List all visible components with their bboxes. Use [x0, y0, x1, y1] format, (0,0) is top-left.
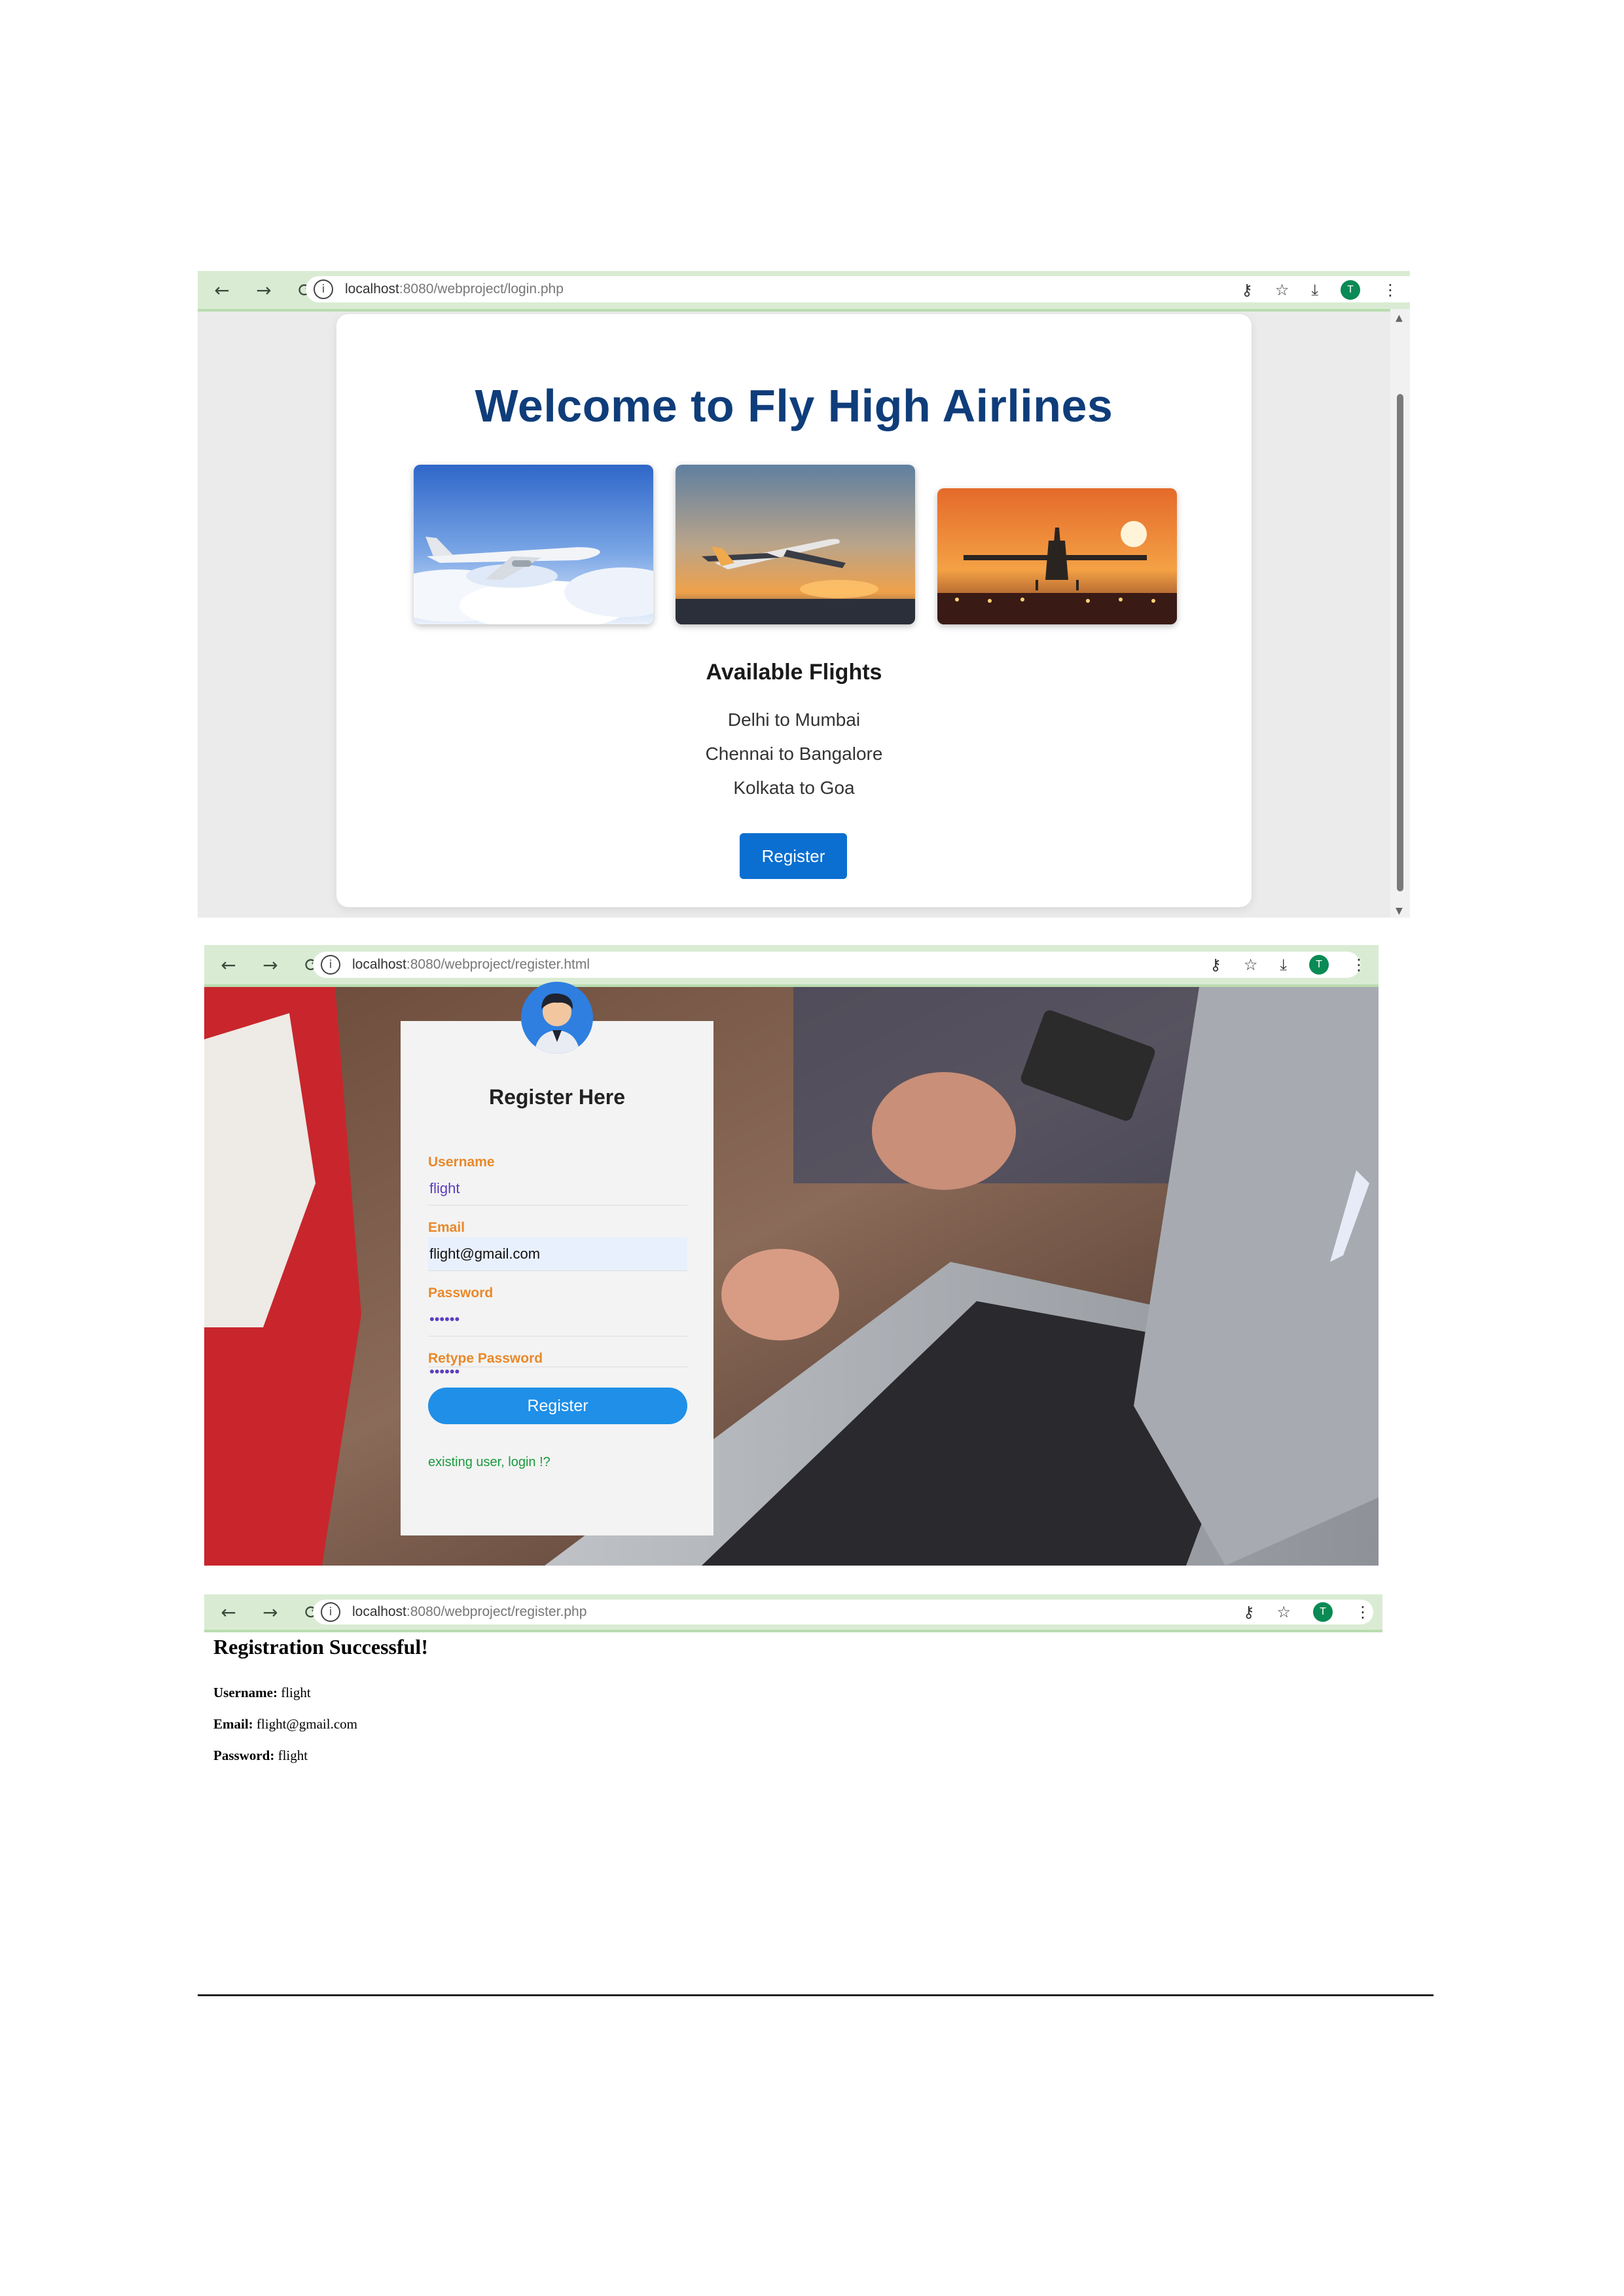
login-page-screenshot: ← → ⟳ i localhost:8080/webproject/login.… [198, 271, 1410, 918]
password-input[interactable]: •••••• [428, 1302, 687, 1336]
star-icon[interactable]: ☆ [1244, 956, 1258, 974]
profile-icon[interactable]: T [1341, 280, 1360, 300]
register-button[interactable]: Register [740, 833, 847, 879]
menu-icon[interactable]: ⋮ [1382, 281, 1398, 299]
email-input[interactable]: flight@gmail.com [428, 1237, 687, 1271]
forward-icon[interactable]: → [254, 279, 274, 301]
scroll-up-icon[interactable]: ▲ [1396, 313, 1403, 323]
result-email: Email: flight@gmail.com [213, 1716, 357, 1732]
flight-item: Chennai to Bangalore [705, 744, 883, 764]
site-info-icon[interactable]: i [321, 1602, 340, 1622]
register-heading: Register Here [488, 1085, 626, 1109]
register-form: Register Here Username flight Email flig… [401, 1021, 713, 1535]
address-bar[interactable]: i localhost:8080/webproject/register.php [313, 1600, 1373, 1624]
download-icon[interactable]: ⤓ [1311, 281, 1318, 299]
profile-icon[interactable]: T [1309, 955, 1329, 975]
browser-toolbar: ← → ⟳ i localhost:8080/webproject/regist… [204, 1594, 1382, 1632]
forward-icon[interactable]: → [261, 954, 280, 976]
result-password: Password: flight [213, 1748, 308, 1763]
star-icon[interactable]: ☆ [1275, 281, 1290, 299]
result-username: Username: flight [213, 1685, 311, 1700]
password-label: Password [428, 1285, 494, 1300]
page-title: Welcome to Fly High Airlines [475, 380, 1113, 431]
retype-password-input[interactable]: •••••• [428, 1359, 687, 1385]
welcome-card: Welcome to Fly High Airlines Available F… [336, 314, 1252, 907]
browser-toolbar: ← → ⟳ i localhost:8080/webproject/regist… [204, 945, 1379, 987]
register-button[interactable]: Register [428, 1388, 687, 1424]
scrollbar-thumb[interactable] [1397, 394, 1403, 891]
menu-icon[interactable]: ⋮ [1355, 1603, 1371, 1621]
flight-item: Delhi to Mumbai [727, 709, 861, 730]
laptop-background-image [204, 987, 1379, 1566]
star-icon[interactable]: ☆ [1276, 1603, 1291, 1621]
flights-heading: Available Flights [706, 660, 882, 685]
url-text: localhost:8080/webproject/login.php [345, 281, 564, 296]
password-key-icon[interactable]: ⚷ [1243, 1603, 1255, 1621]
password-key-icon[interactable]: ⚷ [1241, 281, 1253, 299]
success-heading: Registration Successful! [213, 1635, 428, 1659]
back-icon[interactable]: ← [219, 954, 238, 976]
user-avatar-icon [521, 982, 593, 1054]
address-bar[interactable]: i localhost:8080/webproject/register.htm… [313, 952, 1360, 978]
back-icon[interactable]: ← [212, 279, 232, 301]
site-info-icon[interactable]: i [314, 279, 333, 299]
footer-divider [198, 1994, 1434, 1996]
forward-icon[interactable]: → [261, 1602, 280, 1623]
register-page-screenshot: ← → ⟳ i localhost:8080/webproject/regist… [204, 945, 1379, 1566]
menu-icon[interactable]: ⋮ [1351, 956, 1367, 974]
username-input[interactable]: flight [428, 1172, 687, 1206]
back-icon[interactable]: ← [219, 1602, 238, 1623]
username-label: Username [428, 1155, 495, 1170]
plane-above-clouds-image [414, 465, 653, 624]
email-label: Email [428, 1220, 465, 1235]
browser-toolbar: ← → ⟳ i localhost:8080/webproject/login.… [198, 271, 1410, 312]
url-text: localhost:8080/webproject/register.html [352, 957, 590, 972]
scrollbar[interactable]: ▲ ▼ [1390, 309, 1410, 918]
flight-item: Kolkata to Goa [733, 778, 855, 798]
profile-icon[interactable]: T [1313, 1602, 1333, 1622]
registration-result-screenshot: ← → ⟳ i localhost:8080/webproject/regist… [204, 1594, 1382, 1778]
url-text: localhost:8080/webproject/register.php [352, 1604, 587, 1619]
plane-landing-sunset-image [937, 488, 1177, 624]
download-icon[interactable]: ⤓ [1280, 956, 1287, 974]
scroll-down-icon[interactable]: ▼ [1396, 906, 1403, 916]
plane-takeoff-sunset-image [676, 465, 915, 624]
site-info-icon[interactable]: i [321, 955, 340, 975]
password-key-icon[interactable]: ⚷ [1210, 956, 1221, 974]
existing-user-login-link[interactable]: existing user, login !? [428, 1455, 550, 1470]
